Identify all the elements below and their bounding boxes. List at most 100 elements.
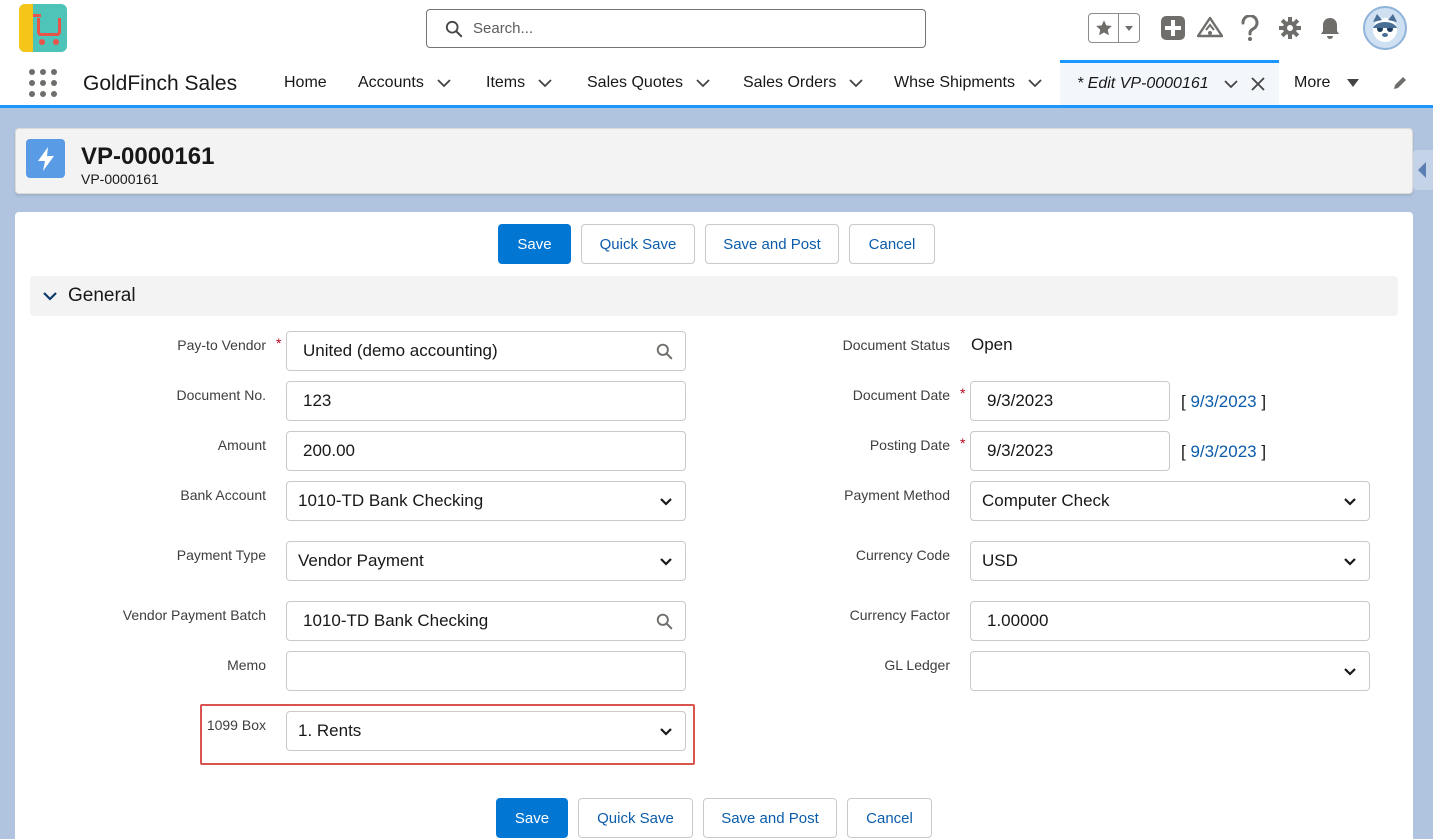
posting-date-value: 9/3/2023 [987, 441, 1054, 460]
chevron-down-icon [43, 292, 57, 301]
payment-method-select[interactable]: Computer Check [970, 481, 1370, 521]
document-date-label: Document Date [852, 387, 950, 403]
side-panel-toggle[interactable] [1413, 150, 1433, 190]
chevron-down-icon[interactable] [848, 75, 864, 91]
bank-account-label: Bank Account [180, 487, 266, 503]
notifications-bell-icon[interactable] [1315, 13, 1345, 43]
setup-gear-icon[interactable] [1275, 13, 1305, 43]
nav-item-label: Home [284, 73, 327, 91]
app-name: GoldFinch Sales [83, 72, 238, 95]
nav-more-label: More [1294, 73, 1331, 91]
nav-item-home[interactable]: Home [284, 60, 327, 105]
memo-field[interactable] [286, 651, 686, 691]
amount-field[interactable]: 200.00 [286, 431, 686, 471]
currency-code-value: USD [982, 551, 1018, 570]
required-marker: * [276, 335, 282, 351]
save-button-bottom[interactable]: Save [496, 798, 568, 838]
amount-label: Amount [217, 437, 266, 453]
payment-type-select[interactable]: Vendor Payment [286, 541, 686, 581]
quick-save-button-bottom[interactable]: Quick Save [578, 798, 693, 838]
posting-date-field[interactable]: 9/3/2023 [970, 431, 1170, 471]
currency-factor-label: Currency Factor [849, 607, 950, 623]
trailhead-icon[interactable] [1195, 13, 1225, 43]
document-no-field[interactable]: 123 [286, 381, 686, 421]
nav-item-whse-shipments[interactable]: Whse Shipments [894, 60, 1043, 105]
payment-type-value: Vendor Payment [298, 551, 424, 570]
chevron-down-icon[interactable] [537, 75, 553, 91]
save-button-top[interactable]: Save [498, 224, 571, 264]
chevron-down-icon[interactable] [436, 75, 452, 91]
save-and-post-button-bottom[interactable]: Save and Post [703, 798, 837, 838]
global-add-icon[interactable] [1158, 13, 1188, 43]
pay-to-vendor-lookup[interactable]: United (demo accounting) [286, 331, 686, 371]
cancel-button-bottom[interactable]: Cancel [847, 798, 932, 838]
required-marker: * [960, 385, 966, 401]
payment-type-label: Payment Type [176, 547, 266, 563]
document-status-value: Open [971, 335, 1013, 354]
bank-account-select[interactable]: 1010-TD Bank Checking [286, 481, 686, 521]
payment-method-value: Computer Check [982, 491, 1110, 510]
user-avatar[interactable] [1363, 6, 1407, 50]
box-1099-label: 1099 Box [206, 717, 266, 733]
chevron-down-icon[interactable] [1223, 76, 1239, 92]
vendor-payment-batch-lookup[interactable]: 1010-TD Bank Checking [286, 601, 686, 641]
record-title: VP-0000161 [81, 143, 215, 170]
section-general-header[interactable]: General [30, 276, 1398, 316]
nav-more-menu[interactable]: More [1294, 60, 1360, 105]
app-launcher-icon[interactable] [29, 69, 57, 97]
help-icon[interactable] [1235, 13, 1265, 43]
pay-to-vendor-label: Pay-to Vendor [177, 337, 266, 353]
nav-item-label: Items [486, 73, 526, 91]
record-subtitle: VP-0000161 [81, 171, 159, 187]
nav-item-accounts[interactable]: Accounts [358, 60, 452, 105]
document-date-today: [ 9/3/2023 ] [1181, 392, 1267, 411]
currency-code-label: Currency Code [855, 547, 950, 563]
memo-label: Memo [227, 657, 266, 673]
favorites-dropdown-icon[interactable] [1119, 14, 1139, 42]
document-date-value: 9/3/2023 [987, 391, 1054, 410]
favorites-star-icon[interactable] [1089, 14, 1119, 42]
box-1099-value: 1. Rents [298, 721, 362, 740]
payment-method-label: Payment Method [844, 487, 950, 503]
document-status-label: Document Status [842, 337, 950, 353]
cancel-button-top[interactable]: Cancel [849, 224, 935, 264]
posting-date-link[interactable]: 9/3/2023 [1190, 442, 1256, 461]
vendor-payment-batch-value: 1010-TD Bank Checking [303, 611, 489, 630]
bank-account-value: 1010-TD Bank Checking [298, 491, 484, 510]
active-tab-label: * Edit VP-0000161 [1077, 75, 1209, 92]
chevron-down-icon[interactable] [695, 75, 711, 91]
gl-ledger-select[interactable] [970, 651, 1370, 691]
posting-date-today: [ 9/3/2023 ] [1181, 442, 1267, 461]
gl-ledger-label: GL Ledger [884, 657, 950, 673]
chevron-down-icon [1344, 668, 1356, 676]
currency-code-select[interactable]: USD [970, 541, 1370, 581]
edit-nav-pencil-icon[interactable] [1392, 60, 1408, 105]
search-icon[interactable] [656, 343, 673, 360]
vendor-payment-batch-label: Vendor Payment Batch [122, 607, 266, 623]
nav-item-sales-orders[interactable]: Sales Orders [743, 60, 864, 105]
document-date-field[interactable]: 9/3/2023 [970, 381, 1170, 421]
section-title: General [68, 285, 136, 306]
chevron-down-icon [660, 728, 672, 736]
chevron-down-icon[interactable] [1027, 75, 1043, 91]
search-icon[interactable] [656, 613, 673, 630]
nav-item-label: Sales Quotes [587, 73, 684, 91]
record-header: VP-0000161 VP-0000161 [15, 128, 1413, 194]
nav-item-items[interactable]: Items [486, 60, 553, 105]
tab-edit-record[interactable]: * Edit VP-0000161 [1060, 60, 1279, 105]
currency-factor-field[interactable]: 1.00000 [970, 601, 1370, 641]
global-search-input[interactable]: Search... [426, 9, 926, 48]
quick-save-button-top[interactable]: Quick Save [581, 224, 695, 264]
caret-down-icon [1347, 78, 1360, 87]
chevron-down-icon [660, 558, 672, 566]
save-and-post-button-top[interactable]: Save and Post [705, 224, 839, 264]
nav-item-label: Whse Shipments [894, 73, 1015, 91]
favorites-group [1088, 13, 1140, 43]
box-1099-select[interactable]: 1. Rents [286, 711, 686, 751]
chevron-down-icon [660, 498, 672, 506]
goldfinch-logo[interactable] [19, 4, 67, 52]
close-icon[interactable] [1251, 77, 1265, 91]
nav-item-sales-quotes[interactable]: Sales Quotes [587, 60, 711, 105]
search-icon [445, 20, 463, 37]
document-date-link[interactable]: 9/3/2023 [1190, 392, 1256, 411]
